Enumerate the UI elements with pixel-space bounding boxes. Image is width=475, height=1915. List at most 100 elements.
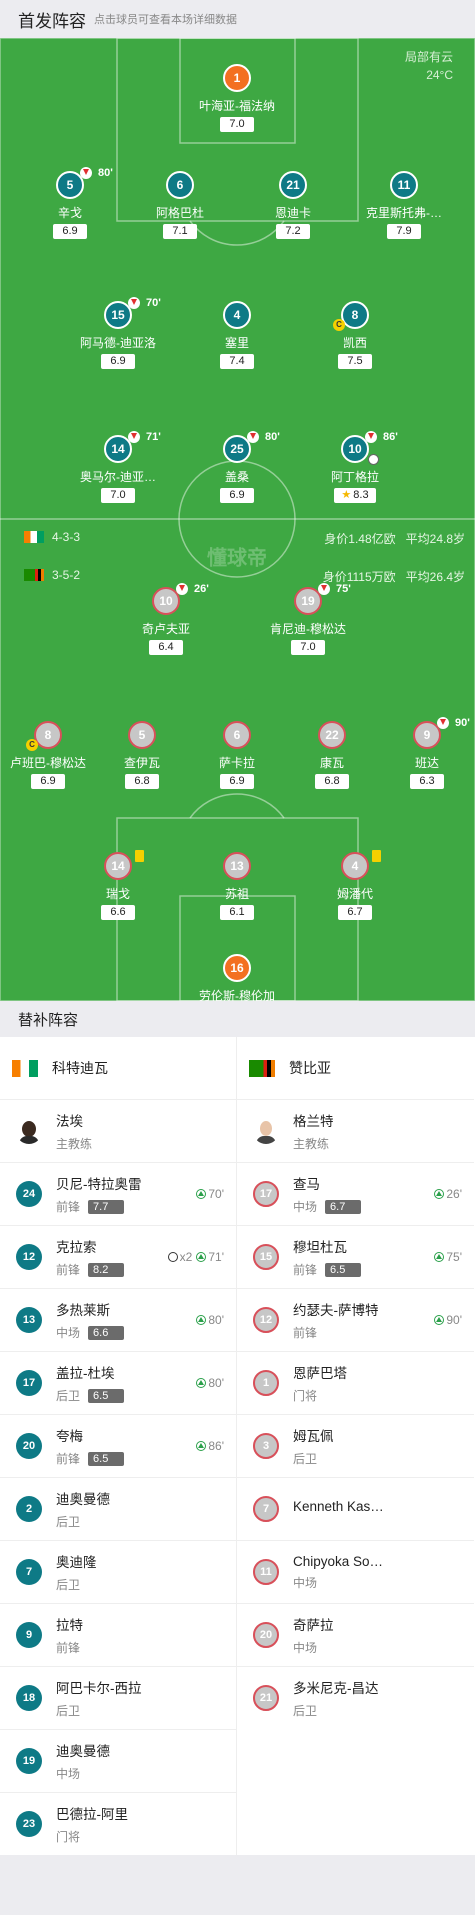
sub-player-row[interactable]: 19 迪奥曼德 中场: [0, 1729, 236, 1792]
home-player[interactable]: 8 C 凯西 7.5: [295, 301, 415, 369]
sub-player-row[interactable]: 7 奥迪隆 后卫: [0, 1540, 236, 1603]
home-player[interactable]: 5 80' 辛戈 6.9: [10, 167, 130, 239]
away-coach[interactable]: 格兰特 主教练: [237, 1099, 474, 1162]
sub-player-row[interactable]: 17 查马 中场 6.7 26': [237, 1162, 474, 1225]
player-name: 奥马尔-迪亚…: [80, 470, 156, 484]
player-number: 6: [223, 721, 251, 749]
home-formation: 4-3-3: [24, 530, 80, 544]
player-number: 15: [253, 1244, 279, 1270]
player-info: 约瑟夫-萨博特 前锋: [293, 1299, 379, 1341]
sub-player-row[interactable]: 12 约瑟夫-萨博特 前锋 90': [237, 1288, 474, 1351]
player-name: 阿格巴杜: [155, 206, 204, 220]
substitution-in-icon: [196, 1378, 207, 1388]
player-position-line: 门将: [56, 1828, 128, 1845]
sub-player-row[interactable]: 13 多热莱斯 中场 6.6 80': [0, 1288, 236, 1351]
sub-player-row[interactable]: 2 迪奥曼德 后卫: [0, 1477, 236, 1540]
home-player[interactable]: 10 86' 阿丁格拉 ★ 8.3: [295, 431, 415, 503]
player-info: 恩萨巴塔 门将: [293, 1362, 347, 1404]
away-player[interactable]: 4 姆潘代 6.7: [295, 850, 415, 920]
coach-avatar: [16, 1118, 42, 1144]
home-player[interactable]: 4 塞里 7.4: [177, 301, 297, 369]
player-number: 24: [16, 1181, 42, 1207]
away-player[interactable]: 14 瑞戈 6.6: [58, 850, 178, 920]
player-name: 辛戈: [57, 206, 82, 220]
player-name: 苏祖: [224, 887, 249, 901]
substitution-out-icon: [80, 167, 92, 179]
away-player[interactable]: 10 26' 奇卢夫亚 6.4: [106, 583, 226, 655]
sub-player-row[interactable]: 18 阿巴卡尔-西拉 后卫: [0, 1666, 236, 1729]
sub-player-row[interactable]: 7 Kenneth Kas…: [237, 1477, 474, 1540]
player-name: 瑞戈: [105, 887, 130, 901]
sub-player-row[interactable]: 15 穆坦杜瓦 前锋 6.5 75': [237, 1225, 474, 1288]
sub-player-row[interactable]: 1 恩萨巴塔 门将: [237, 1351, 474, 1414]
player-position-line: 前锋 7.7: [56, 1198, 142, 1215]
player-position-line: 后卫: [293, 1702, 379, 1719]
player-info: 阿巴卡尔-西拉 后卫: [56, 1677, 142, 1719]
player-number: 5: [128, 721, 156, 749]
home-player[interactable]: 14 71' 奥马尔-迪亚… 7.0: [58, 431, 178, 503]
player-position-line: 后卫: [56, 1702, 142, 1719]
home-coach[interactable]: 法埃 主教练: [0, 1099, 236, 1162]
player-number: 4: [341, 850, 381, 880]
player-number: 8C: [26, 721, 62, 751]
player-position: 前锋: [293, 1326, 318, 1340]
home-player[interactable]: 15 70' 阿马德-迪亚洛 6.9: [58, 297, 178, 369]
sub-player-row[interactable]: 24 贝尼-特拉奥雷 前锋 7.7 70': [0, 1162, 236, 1225]
player-position-line: 中场 6.6: [56, 1324, 125, 1341]
home-team-name: 科特迪瓦: [52, 1060, 108, 1076]
captain-icon: C: [333, 319, 345, 331]
footer-space: [0, 1855, 475, 1915]
player-position-line: 后卫 6.5: [56, 1387, 125, 1404]
player-name: 肯尼迪-穆松达: [270, 622, 346, 636]
sub-player-row[interactable]: 3 姆瓦佩 后卫: [237, 1414, 474, 1477]
player-rating: 7.2: [276, 224, 310, 239]
player-position-line: 前锋: [293, 1324, 379, 1341]
weather-temp: 24°C: [426, 68, 453, 82]
away-player[interactable]: 19 75' 肯尼迪-穆松达 7.0: [248, 583, 368, 655]
player-number: 19: [16, 1748, 42, 1774]
player-number: 21: [279, 171, 307, 199]
player-number: 23: [16, 1811, 42, 1837]
player-info: 克拉索 前锋 8.2: [56, 1236, 125, 1278]
header-hint: 点击球员可查看本场详细数据: [94, 14, 237, 26]
player-position-line: 后卫: [56, 1576, 97, 1593]
player-rating: 7.0: [220, 117, 254, 132]
home-player[interactable]: 11 克里斯托弗-… 7.9: [344, 171, 464, 239]
player-rating: 7.5: [338, 354, 372, 369]
player-position: 前锋: [56, 1452, 81, 1466]
lineup-header: 首发阵容 点击球员可查看本场详细数据: [0, 0, 475, 38]
sub-player-row[interactable]: 23 巴德拉-阿里 门将: [0, 1792, 236, 1855]
sub-player-row[interactable]: 20 奇萨拉 中场: [237, 1603, 474, 1666]
player-rating: 7.9: [387, 224, 421, 239]
player-position: 中场: [56, 1326, 81, 1340]
player-rating: 6.6: [88, 1325, 125, 1340]
player-position: 前锋: [56, 1641, 81, 1655]
sub-in-minute: 80': [208, 1313, 224, 1327]
home-player[interactable]: 25 80' 盖桑 6.9: [177, 431, 297, 503]
sub-player-row[interactable]: 17 盖拉-杜埃 后卫 6.5 80': [0, 1351, 236, 1414]
player-rating: 6.7: [325, 1199, 362, 1214]
sub-player-row[interactable]: 20 夸梅 前锋 6.5 86': [0, 1414, 236, 1477]
sub-player-row[interactable]: 12 克拉索 前锋 8.2 x2 71': [0, 1225, 236, 1288]
home-subs-column: 科特迪瓦 法埃 主教练 24 贝尼-特拉奥雷 前锋 7.7 70' 12 克拉索 前锋 8.2 x2…: [0, 1037, 237, 1855]
sub-player-row[interactable]: 11 Chipyoka So… 中场: [237, 1540, 474, 1603]
player-info: 迪奥曼德 中场: [56, 1740, 110, 1782]
ivory-coast-flag: [24, 531, 44, 543]
player-info: 穆坦杜瓦 前锋 6.5: [293, 1236, 362, 1278]
sub-player-row[interactable]: 9 拉特 前锋: [0, 1603, 236, 1666]
sub-player-row[interactable]: 21 多米尼克-昌达 后卫: [237, 1666, 474, 1729]
subs-panel: 科特迪瓦 法埃 主教练 24 贝尼-特拉奥雷 前锋 7.7 70' 12 克拉索 前锋 8.2 x2…: [0, 1037, 475, 1855]
sub-events: 26': [434, 1187, 462, 1201]
player-name: 多米尼克-昌达: [293, 1681, 379, 1696]
away-player[interactable]: 16劳伦斯-穆伦加7.2: [177, 954, 297, 1001]
substitution-in-icon: [196, 1189, 207, 1199]
player-info: Chipyoka So… 中场: [293, 1554, 383, 1591]
away-player[interactable]: 9 90' 班达 6.3: [367, 717, 475, 789]
player-rating: ★ 8.3: [334, 488, 376, 503]
player-rating: 7.0: [291, 640, 325, 655]
player-name: 巴德拉-阿里: [56, 1807, 128, 1822]
away-player[interactable]: 13 苏祖 6.1: [177, 852, 297, 920]
home-player[interactable]: 1 叶海亚-福法纳 7.0: [177, 64, 297, 132]
home-player[interactable]: 21 恩迪卡 7.2: [233, 171, 353, 239]
home-player[interactable]: 6 阿格巴杜 7.1: [120, 171, 240, 239]
